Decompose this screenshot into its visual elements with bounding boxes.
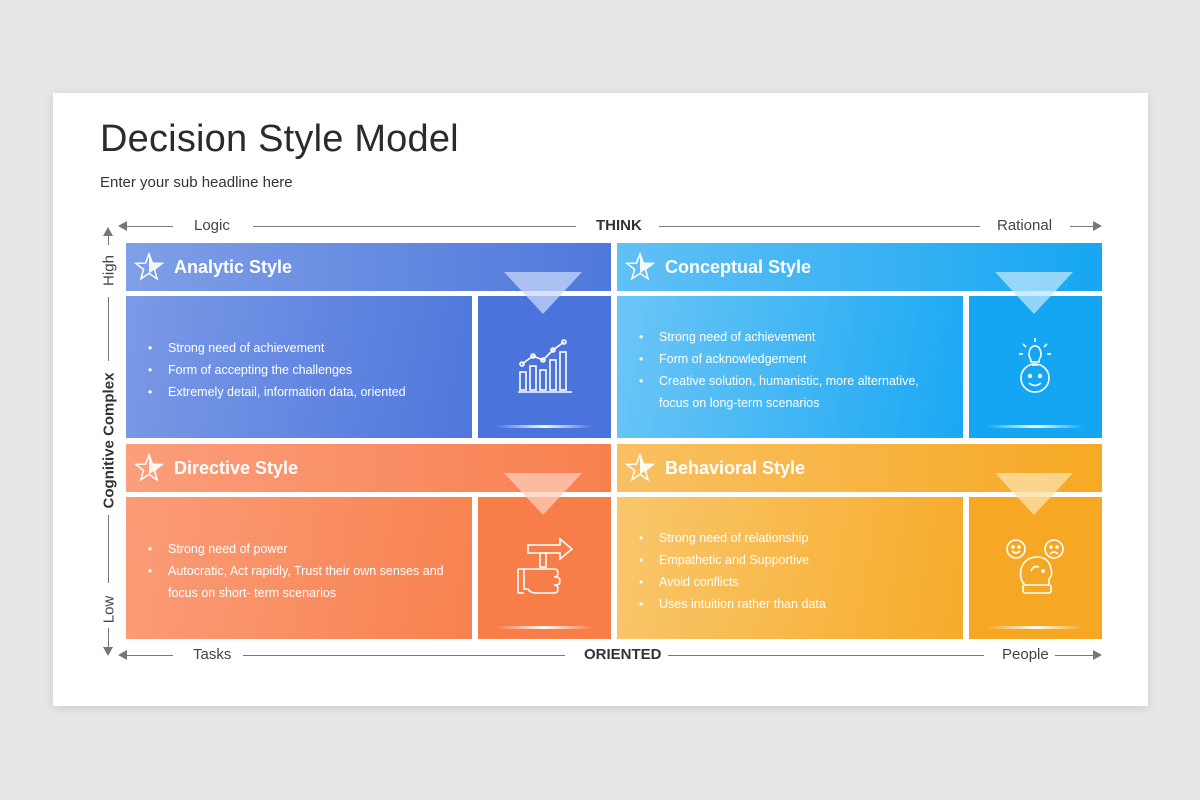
bullet-list-directive: Strong need of power Autocratic, Act rap… bbox=[148, 538, 444, 604]
axis-label-low: Low bbox=[100, 595, 118, 624]
glow-line bbox=[987, 425, 1084, 428]
star-icon bbox=[134, 252, 164, 281]
quadrant-body-analytic: Strong need of achievement Form of accep… bbox=[126, 296, 472, 438]
bar-chart-icon bbox=[518, 339, 572, 393]
bullet-item: Strong need of achievement bbox=[639, 326, 919, 348]
axis-label-people: People bbox=[1002, 646, 1049, 663]
glow-line bbox=[987, 626, 1084, 629]
axis-line bbox=[125, 226, 173, 227]
arrow-down-icon bbox=[103, 647, 113, 656]
axis-line bbox=[1070, 226, 1094, 227]
bullet-item: Form of acknowledgement bbox=[639, 348, 919, 370]
quadrant-title-analytic: Analytic Style bbox=[174, 256, 293, 277]
hand-sign-icon bbox=[517, 537, 574, 594]
bullet-item: Form of accepting the challenges bbox=[148, 359, 406, 381]
star-icon bbox=[625, 453, 655, 482]
axis-line bbox=[108, 235, 109, 245]
bullet-item: Strong need of achievement bbox=[148, 337, 406, 359]
bullet-item: Strong need of relationship bbox=[639, 527, 826, 549]
page-subtitle: Enter your sub headline here bbox=[100, 174, 293, 191]
pointer-triangle-icon bbox=[995, 473, 1073, 515]
axis-label-rational: Rational bbox=[997, 217, 1053, 234]
axis-line bbox=[108, 297, 109, 361]
axis-line bbox=[108, 628, 109, 648]
bullet-list-conceptual: Strong need of achievement Form of ackno… bbox=[639, 326, 919, 414]
quadrant-title-directive: Directive Style bbox=[174, 457, 299, 478]
pointer-triangle-icon bbox=[504, 473, 582, 515]
icon-panel-directive bbox=[478, 497, 611, 639]
star-icon bbox=[134, 453, 164, 482]
axis-label-cognitive-complex: Cognitive Complex bbox=[100, 372, 118, 509]
bullet-list-behavioral: Strong need of relationship Empathetic a… bbox=[639, 527, 826, 615]
axis-line bbox=[253, 226, 576, 227]
axis-label-tasks: Tasks bbox=[193, 646, 232, 663]
quadrant-title-behavioral: Behavioral Style bbox=[665, 457, 806, 478]
axis-line bbox=[243, 655, 565, 656]
axis-label-logic: Logic bbox=[194, 217, 230, 234]
icon-panel-behavioral bbox=[969, 497, 1102, 639]
idea-head-icon bbox=[1019, 338, 1051, 393]
glow-line bbox=[496, 425, 593, 428]
page-title: Decision Style Model bbox=[100, 118, 459, 160]
star-icon bbox=[625, 252, 655, 281]
bullet-item: Strong need of power bbox=[148, 538, 444, 560]
bullet-item: Autocratic, Act rapidly, Trust their own… bbox=[148, 560, 444, 582]
axis-line bbox=[1055, 655, 1094, 656]
quadrant-body-behavioral: Strong need of relationship Empathetic a… bbox=[617, 497, 963, 639]
emotions-head-icon bbox=[1006, 539, 1064, 594]
bullet-continuation: focus on long-term scenarios bbox=[659, 396, 820, 410]
bullet-continuation: focus on short- term scenarios bbox=[168, 586, 337, 600]
bullet-item: Creative solution, humanistic, more alte… bbox=[639, 370, 919, 392]
pointer-triangle-icon bbox=[995, 272, 1073, 314]
axis-line bbox=[668, 655, 984, 656]
axis-line bbox=[125, 655, 173, 656]
arrow-right-icon bbox=[1093, 650, 1102, 660]
icon-panel-analytic bbox=[478, 296, 611, 438]
axis-label-think: THINK bbox=[596, 217, 642, 234]
bullet-list-analytic: Strong need of achievement Form of accep… bbox=[148, 337, 406, 403]
axis-label-high: High bbox=[100, 255, 118, 286]
bullet-item: Extremely detail, information data, orie… bbox=[148, 381, 406, 403]
quadrant-title-conceptual: Conceptual Style bbox=[665, 256, 812, 277]
bullet-item: Empathetic and Supportive bbox=[639, 549, 826, 571]
axis-label-oriented: ORIENTED bbox=[584, 646, 662, 663]
pointer-triangle-icon bbox=[504, 272, 582, 314]
bullet-item: Avoid conflicts bbox=[639, 571, 826, 593]
quadrant-body-directive: Strong need of power Autocratic, Act rap… bbox=[126, 497, 472, 639]
axis-line bbox=[108, 515, 109, 583]
quadrant-body-conceptual: Strong need of achievement Form of ackno… bbox=[617, 296, 963, 438]
bullet-item: focus on long-term scenarios bbox=[639, 392, 919, 414]
icon-panel-conceptual bbox=[969, 296, 1102, 438]
bullet-item: focus on short- term scenarios bbox=[148, 582, 444, 604]
glow-line bbox=[496, 626, 593, 629]
arrow-right-icon bbox=[1093, 221, 1102, 231]
axis-line bbox=[659, 226, 980, 227]
bullet-item: Uses intuition rather than data bbox=[639, 593, 826, 615]
